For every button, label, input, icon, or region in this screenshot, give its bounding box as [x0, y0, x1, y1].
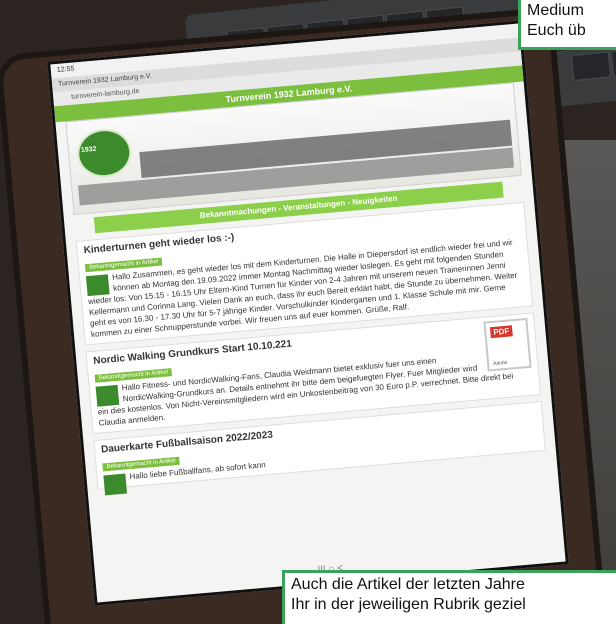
caption-box-bottom: Auch die Artikel der letzten Jahre Ihr i… — [282, 570, 616, 624]
logo-text: 1932 — [80, 145, 97, 155]
status-time: 12:55 — [56, 65, 75, 74]
photo-scene: 12:55 Turnverein 1932 Lamburg e.V. turnv… — [0, 0, 616, 624]
pdf-icon[interactable]: PDF Adobe — [483, 317, 532, 372]
article-thumbnail-icon — [103, 473, 128, 496]
tablet-screen: 12:55 Turnverein 1932 Lamburg e.V. turnv… — [47, 20, 569, 606]
caption-top-line2: Euch üb — [527, 22, 586, 39]
caption-bottom-line2: Ihr in der jeweiligen Rubrik geziel — [291, 596, 526, 613]
article-thumbnail-icon — [95, 384, 120, 407]
keyboard-key — [610, 47, 616, 77]
article-thumbnail-icon — [85, 274, 110, 297]
pdf-label: PDF — [489, 325, 513, 339]
pdf-sub-label: Adobe — [492, 359, 508, 368]
caption-box-top: Medium Euch üb — [518, 0, 616, 50]
caption-top-line1: Medium — [527, 2, 584, 19]
keyboard-key — [570, 51, 612, 82]
url-text: turnverein-lamburg.de — [70, 87, 140, 101]
caption-bottom-line1: Auch die Artikel der letzten Jahre — [291, 576, 525, 593]
